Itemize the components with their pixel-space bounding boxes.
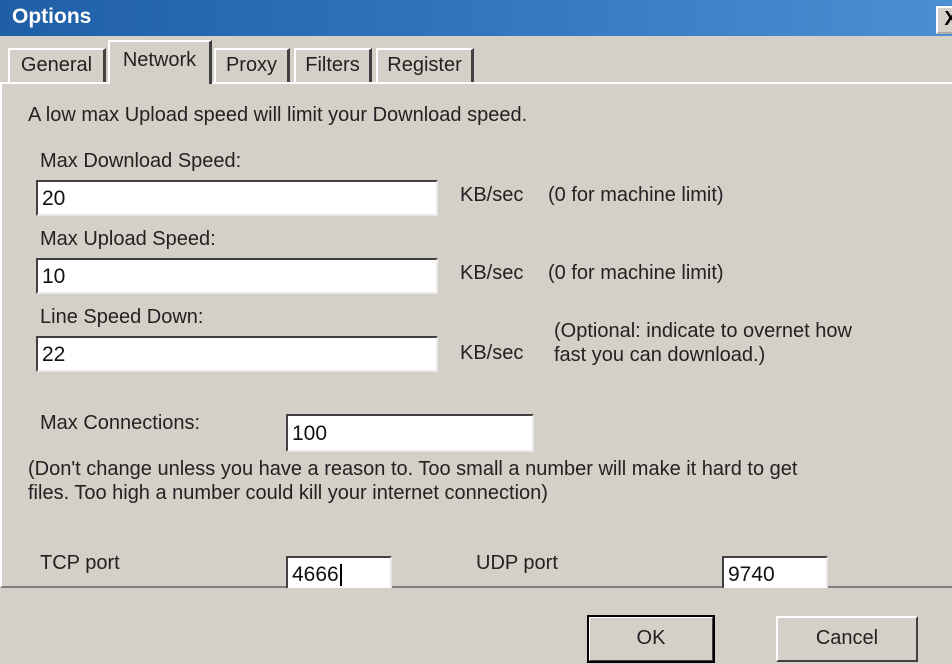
max-upload-label: Max Upload Speed:	[40, 228, 216, 250]
tab-general[interactable]: General	[8, 48, 106, 82]
line-speed-down-hint-2: fast you can download.)	[554, 344, 766, 366]
close-button[interactable]: X	[936, 6, 952, 34]
ok-button[interactable]: OK	[587, 615, 715, 663]
max-connections-note-1: (Don't change unless you have a reason t…	[28, 458, 798, 480]
line-speed-down-input[interactable]: 22	[36, 336, 438, 372]
intro-text: A low max Upload speed will limit your D…	[28, 104, 528, 126]
title-bar[interactable]: Options X	[0, 0, 952, 36]
window-title: Options	[12, 5, 92, 28]
max-upload-input[interactable]: 10	[36, 258, 438, 294]
tab-network[interactable]: Network	[108, 40, 212, 84]
max-upload-hint: (0 for machine limit)	[548, 262, 724, 284]
max-download-label: Max Download Speed:	[40, 150, 242, 172]
max-download-unit: KB/sec	[460, 184, 524, 206]
max-connections-label: Max Connections:	[40, 412, 201, 434]
tcp-port-input[interactable]: 4666	[286, 556, 392, 590]
max-connections-input[interactable]: 100	[286, 414, 534, 452]
tab-proxy[interactable]: Proxy	[214, 48, 290, 82]
max-connections-note-2: files. Too high a number could kill your…	[28, 482, 548, 504]
line-speed-down-hint-1: (Optional: indicate to overnet how	[554, 320, 852, 342]
tcp-port-label: TCP port	[40, 552, 120, 574]
cancel-button[interactable]: Cancel	[776, 616, 918, 662]
network-tab-panel: A low max Upload speed will limit your D…	[0, 82, 952, 590]
options-dialog: Options X General Network Proxy Filters …	[0, 0, 952, 664]
line-speed-down-label: Line Speed Down:	[40, 306, 204, 328]
tcp-port-value: 4666	[292, 563, 339, 586]
max-download-hint: (0 for machine limit)	[548, 184, 724, 206]
tab-strip: General Network Proxy Filters Register	[0, 36, 952, 84]
max-download-input[interactable]: 20	[36, 180, 438, 216]
tab-filters[interactable]: Filters	[294, 48, 372, 82]
max-upload-unit: KB/sec	[460, 262, 524, 284]
udp-port-input[interactable]: 9740	[722, 556, 828, 590]
text-caret	[339, 564, 342, 587]
udp-port-label: UDP port	[476, 552, 558, 574]
line-speed-down-unit: KB/sec	[460, 342, 524, 364]
tab-register[interactable]: Register	[376, 48, 474, 82]
dialog-footer: OK Cancel	[0, 588, 952, 664]
